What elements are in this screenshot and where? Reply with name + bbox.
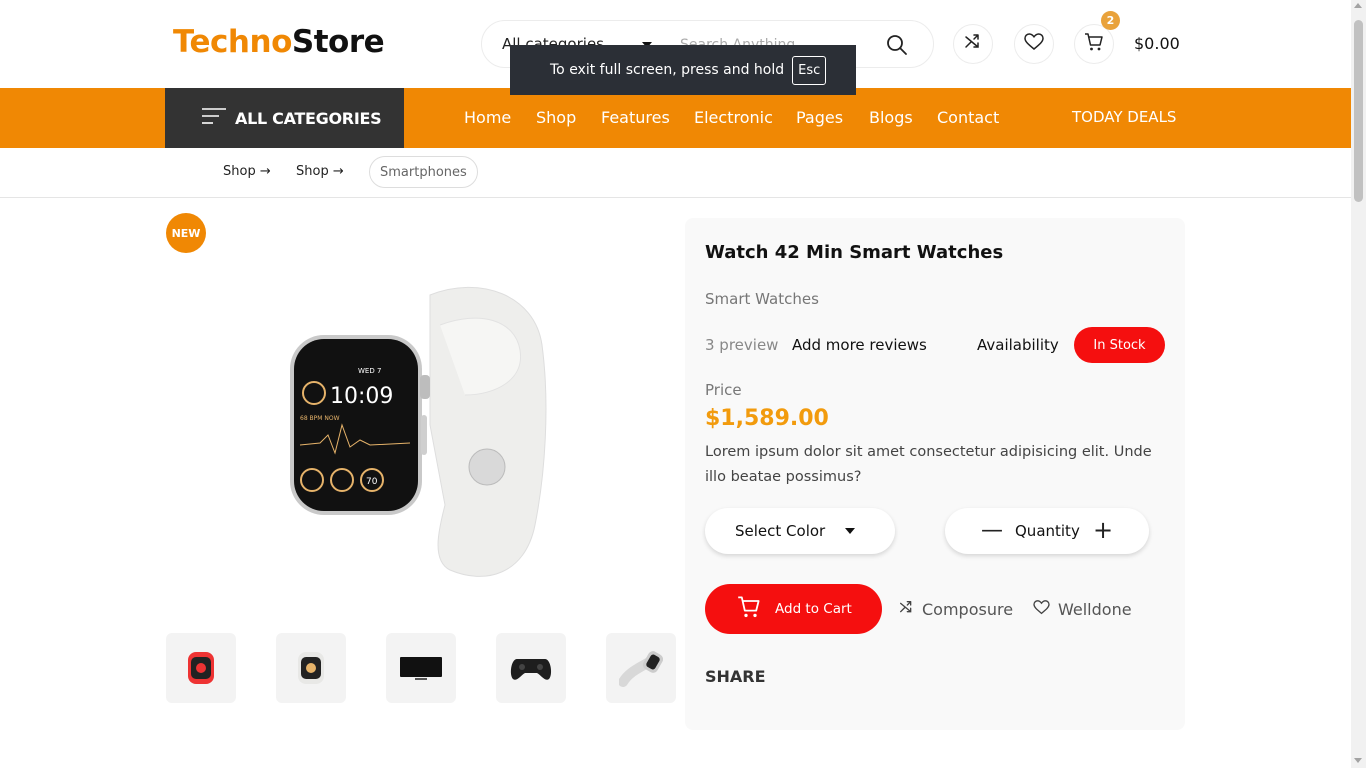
thumbnail-red-smartwatch[interactable]	[166, 633, 236, 703]
price-label: Price	[705, 381, 742, 399]
select-color-dropdown[interactable]: Select Color	[705, 508, 895, 554]
compare-button[interactable]	[953, 24, 993, 64]
new-badge: NEW	[166, 213, 206, 253]
svg-text:10:09: 10:09	[330, 384, 393, 409]
arrow-right-icon: →	[332, 164, 344, 179]
select-color-label: Select Color	[735, 522, 826, 540]
logo-part-techno: Techno	[173, 24, 292, 60]
availability-label: Availability	[977, 336, 1059, 354]
chevron-down-icon	[845, 528, 855, 534]
wishlist-label: Welldone	[1058, 600, 1132, 619]
page-scrollbar[interactable]	[1351, 0, 1366, 768]
add-to-cart-button[interactable]: Add to Cart	[705, 584, 882, 634]
nav-electronic[interactable]: Electronic	[694, 108, 773, 127]
shuffle-icon	[964, 33, 982, 55]
nav-home[interactable]: Home	[464, 108, 511, 127]
breadcrumb-item[interactable]: Shop →	[223, 164, 271, 179]
quantity-stepper: — Quantity +	[945, 508, 1149, 554]
all-categories-button[interactable]: ALL CATEGORIES	[165, 88, 404, 148]
breadcrumb-item[interactable]: Shop →	[296, 164, 344, 179]
heart-icon	[1033, 600, 1050, 619]
esc-key-hint: Esc	[792, 55, 827, 85]
product-title: Watch 42 Min Smart Watches	[705, 242, 1004, 263]
scroll-down-arrow-icon[interactable]	[1354, 758, 1362, 763]
fullscreen-message: To exit full screen, press and hold	[550, 62, 785, 78]
shuffle-icon	[899, 600, 914, 619]
product-main-image[interactable]: WED 7 10:09 68 BPM NOW 70	[280, 275, 560, 585]
product-category[interactable]: Smart Watches	[705, 290, 819, 308]
breadcrumb-current: Smartphones	[369, 156, 478, 188]
compare-label: Composure	[922, 600, 1014, 619]
scroll-up-arrow-icon[interactable]	[1354, 3, 1362, 8]
stock-status-badge: In Stock	[1074, 327, 1165, 363]
compare-link[interactable]: Composure	[899, 600, 1013, 619]
nav-shop[interactable]: Shop	[536, 108, 576, 127]
cart-count-badge: 2	[1101, 11, 1120, 30]
nav-features[interactable]: Features	[601, 108, 670, 127]
svg-text:70: 70	[366, 477, 378, 487]
all-categories-label: ALL CATEGORIES	[235, 108, 382, 128]
arrow-right-icon: →	[259, 164, 271, 179]
product-details-panel: Watch 42 Min Smart Watches Smart Watches…	[685, 218, 1185, 730]
minus-icon[interactable]: —	[981, 518, 1003, 543]
nav-contact[interactable]: Contact	[937, 108, 999, 127]
thumbnail-white-smartwatch[interactable]	[276, 633, 346, 703]
menu-lines-icon	[201, 107, 227, 129]
cart-icon	[737, 595, 761, 623]
today-deals-link[interactable]: TODAY DEALS	[1072, 108, 1176, 126]
fullscreen-exit-notice: To exit full screen, press and hold Esc	[510, 45, 856, 95]
add-reviews-link[interactable]: Add more reviews	[792, 336, 927, 354]
logo[interactable]: TechnoStore	[173, 24, 385, 60]
search-icon[interactable]	[885, 33, 909, 57]
heart-icon	[1024, 33, 1044, 55]
breadcrumb: Shop → Shop → Smartphones	[0, 148, 1351, 198]
quantity-label: Quantity	[1015, 522, 1080, 540]
logo-part-store: Store	[291, 24, 385, 60]
product-description: Lorem ipsum dolor sit amet consectetur a…	[705, 444, 1152, 485]
nav-blogs[interactable]: Blogs	[869, 108, 913, 127]
nav-pages[interactable]: Pages	[796, 108, 843, 127]
cart-button[interactable]	[1074, 24, 1114, 64]
svg-text:WED 7: WED 7	[358, 367, 381, 375]
wishlist-button[interactable]	[1014, 24, 1054, 64]
svg-text:68 BPM NOW: 68 BPM NOW	[300, 415, 340, 422]
add-to-cart-label: Add to Cart	[775, 601, 852, 617]
plus-icon[interactable]: +	[1093, 516, 1113, 544]
review-count: 3 preview	[705, 336, 779, 354]
thumbnail-sport-smartwatch[interactable]	[606, 633, 676, 703]
cart-total[interactable]: $0.00	[1134, 34, 1180, 53]
share-heading: SHARE	[705, 667, 766, 686]
main-nav: ALL CATEGORIES Home Shop Features Electr…	[0, 88, 1351, 148]
cart-icon	[1084, 32, 1104, 56]
thumbnail-gamepad[interactable]	[496, 633, 566, 703]
thumbnail-monitor[interactable]	[386, 633, 456, 703]
product-price: $1,589.00	[705, 406, 829, 431]
scrollbar-thumb[interactable]	[1354, 20, 1363, 202]
wishlist-link[interactable]: Welldone	[1033, 600, 1132, 619]
